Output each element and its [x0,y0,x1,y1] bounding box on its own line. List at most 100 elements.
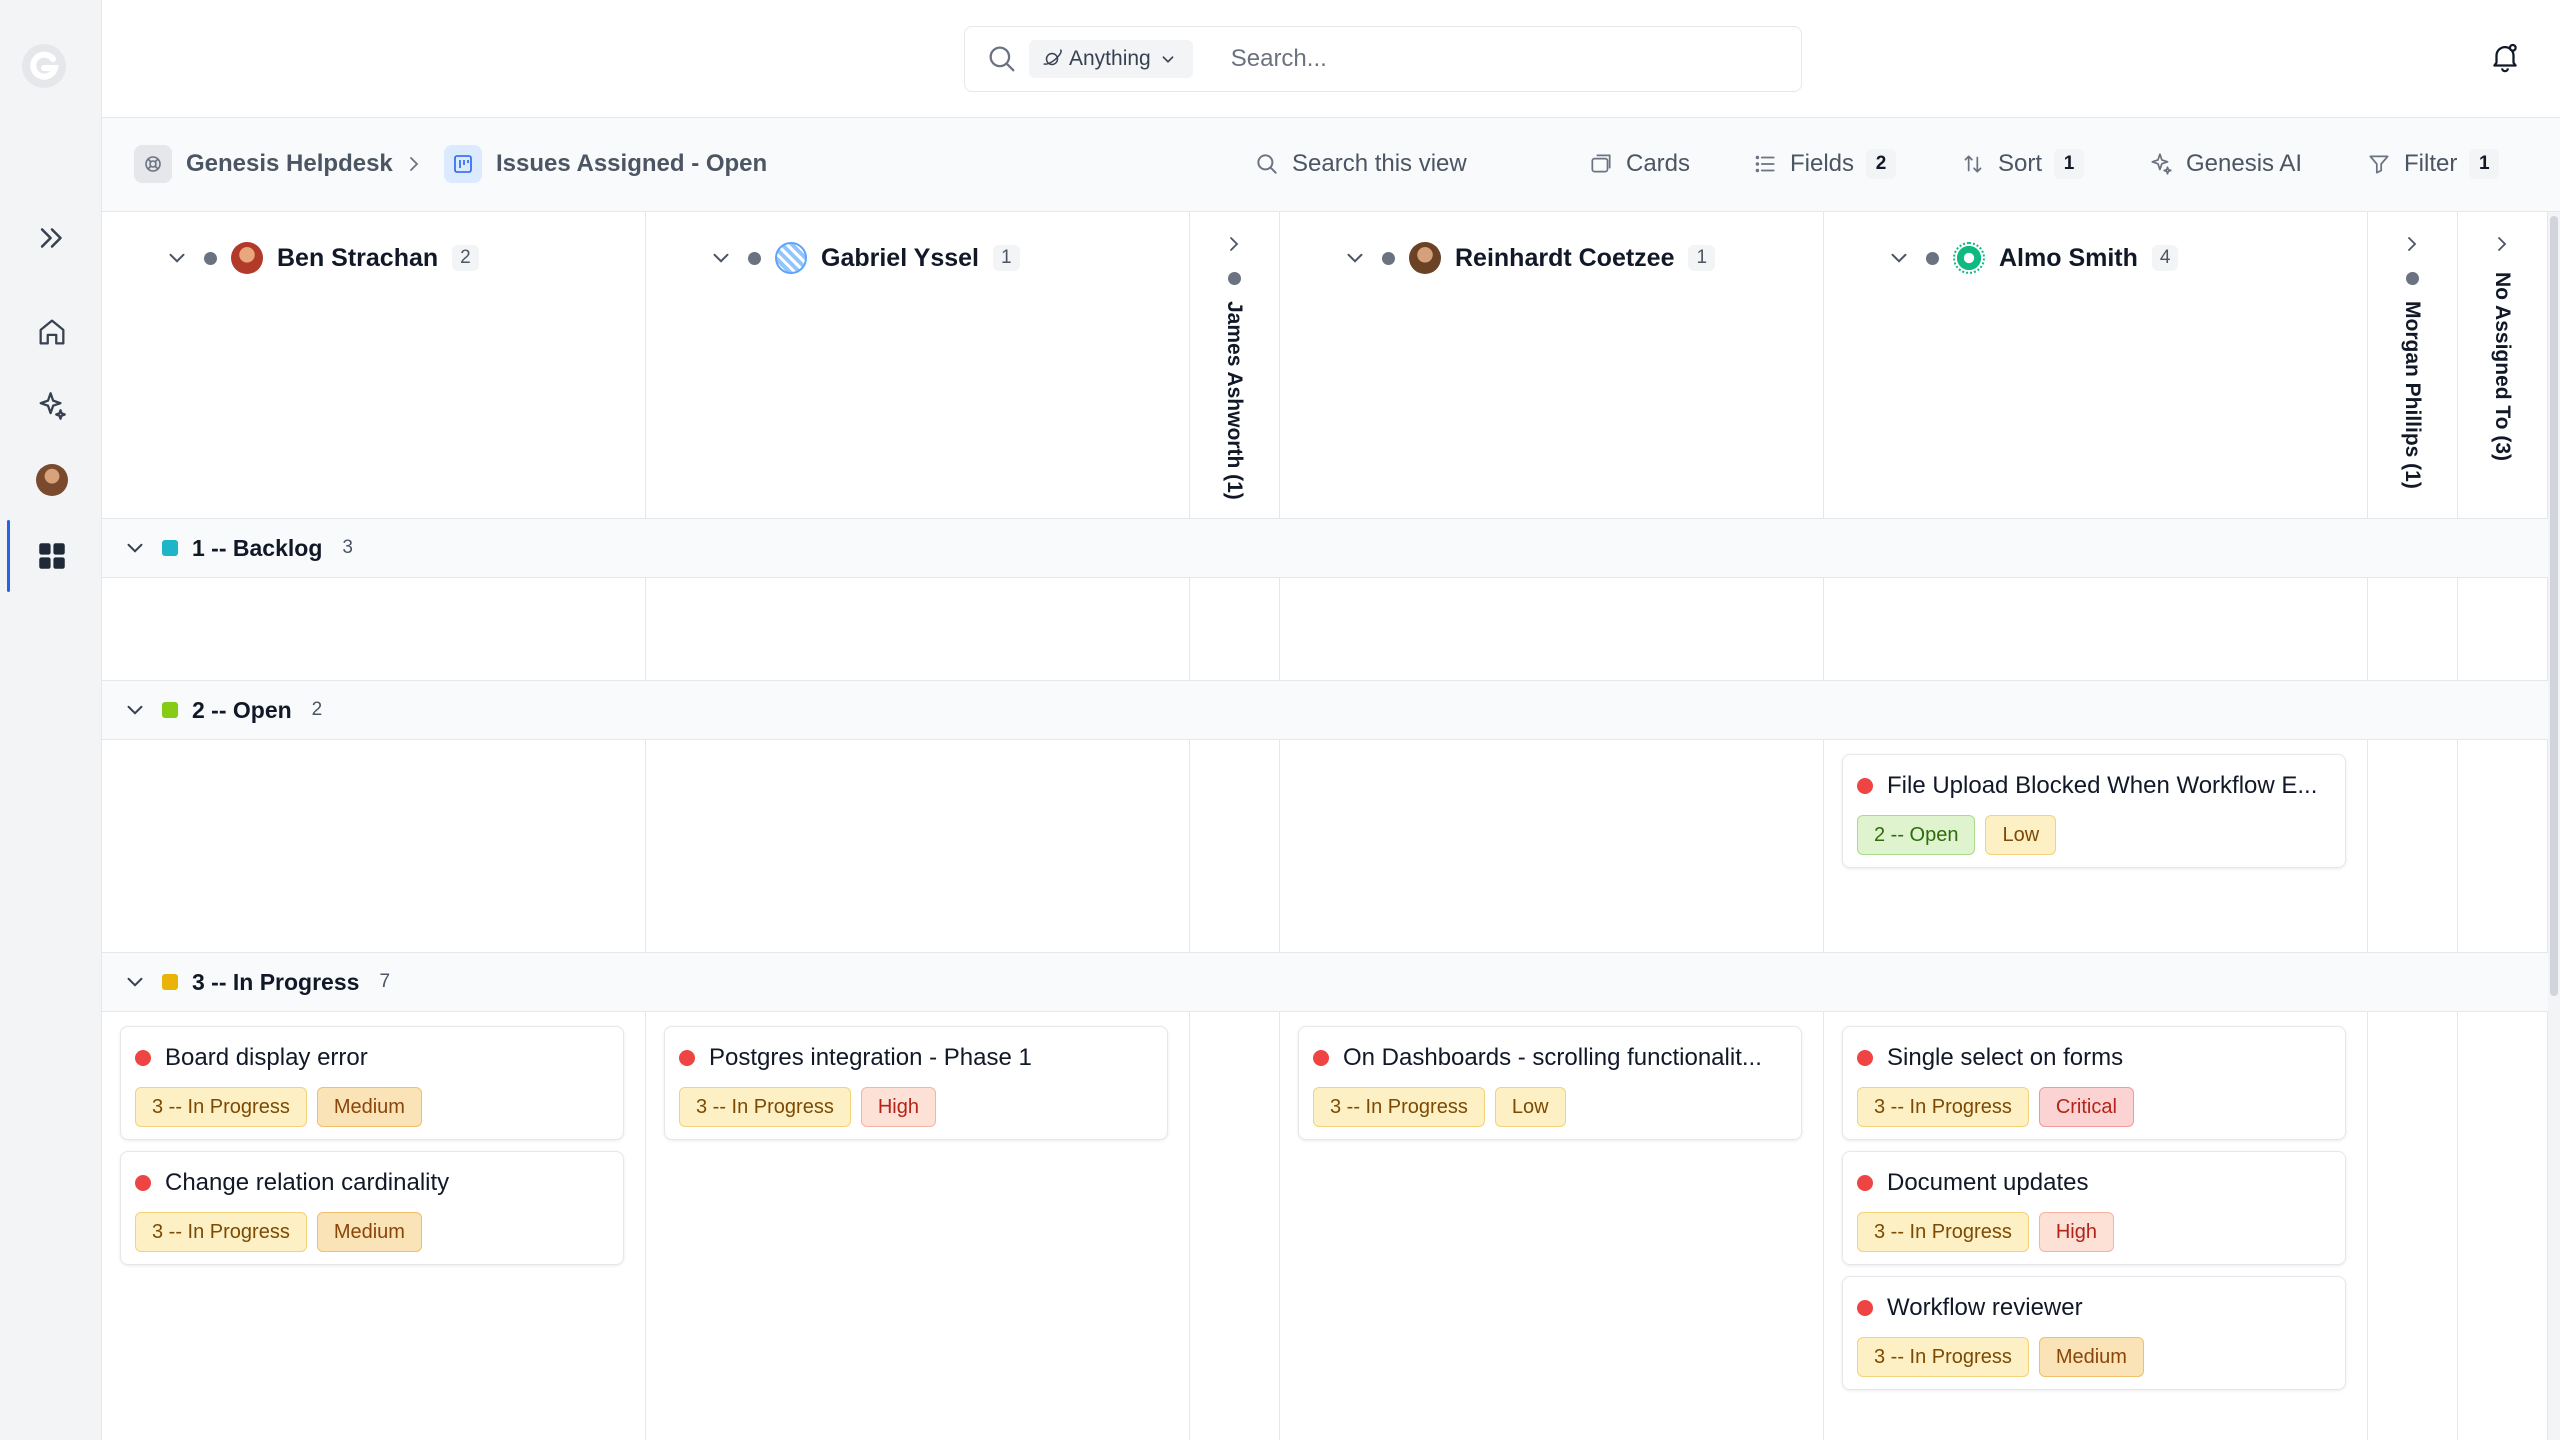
status-dot [1382,251,1395,265]
group-color-swatch [162,702,178,718]
chevron-right-icon [410,157,419,171]
chevron-down-icon[interactable] [122,969,148,995]
avatar [231,242,263,274]
search-view-button[interactable]: Search this view [1254,144,1467,184]
genesis-ai-button[interactable]: Genesis AI [2148,144,2302,184]
column-divider [1823,212,1824,1440]
fields-count-badge: 2 [1866,149,1897,179]
search-scope-dropdown[interactable]: Anything [1029,40,1193,78]
avatar [775,242,807,274]
chevron-right-icon[interactable] [1222,232,1246,256]
card-title: Document updates [1887,1169,2089,1196]
priority-dot [1857,778,1873,794]
search-icon [989,46,1015,72]
priority-dot [135,1050,151,1066]
search-icon [1257,154,1277,174]
status-tag: 3 -- In Progress [1857,1212,2029,1252]
card-title: Board display error [165,1044,368,1071]
issue-card[interactable]: File Upload Blocked When Workflow E... 2… [1842,754,2346,868]
column-collapsed-no-assigned[interactable]: No Assigned To (3) [2482,232,2522,461]
sparkle-icon [2151,153,2172,175]
priority-dot [1313,1050,1329,1066]
chevron-down-icon[interactable] [708,245,734,271]
column-divider [1189,212,1190,1440]
column-name: Almo Smith [1999,243,2138,272]
status-tag: 3 -- In Progress [135,1212,307,1252]
column-name: Gabriel Yssel [821,243,979,272]
chevron-down-icon[interactable] [122,697,148,723]
home-button[interactable] [26,306,78,358]
search-scope-label: Anything [1069,47,1151,70]
issue-card[interactable]: Postgres integration - Phase 1 3 -- In P… [664,1026,1168,1140]
issue-card[interactable]: On Dashboards - scrolling functionalit..… [1298,1026,1802,1140]
issue-card[interactable]: Change relation cardinality 3 -- In Prog… [120,1151,624,1265]
search-input[interactable] [1230,45,1671,73]
column-divider [1279,212,1280,1440]
group-color-swatch [162,974,178,990]
card-title: File Upload Blocked When Workflow E... [1887,772,2318,799]
scrollbar-thumb[interactable] [2550,216,2558,996]
column-name: Morgan Phillips (1) [2401,301,2424,489]
apps-grid-icon [39,543,65,569]
chevron-down-icon[interactable] [122,535,148,561]
chevron-right-icon[interactable] [2400,232,2424,256]
sort-label: Sort [1998,150,2043,177]
column-collapsed-morgan-phillips[interactable]: Morgan Phillips (1) [2392,232,2432,489]
group-header-open[interactable]: 2 -- Open 2 [102,680,2548,740]
priority-tag: Medium [2038,1337,2144,1377]
priority-dot [1857,1300,1873,1316]
ai-button[interactable] [26,380,78,432]
column-header-ben-strachan[interactable]: Ben Strachan 2 [164,230,479,286]
home-icon [39,319,65,345]
priority-tag: Critical [2038,1087,2134,1127]
column-divider [2367,212,2368,1440]
bell-icon[interactable] [2488,40,2522,74]
list-icon [1755,155,1775,173]
apps-button[interactable] [26,530,78,582]
breadcrumb-view-label: Issues Assigned - Open [496,150,768,177]
expand-sidebar-button[interactable] [26,212,78,264]
column-header-gabriel-yssel[interactable]: Gabriel Yssel 1 [708,230,1020,286]
column-header-almo-smith[interactable]: Almo Smith 4 [1886,230,2179,286]
chevron-down-icon[interactable] [164,245,190,271]
column-header-reinhardt-coetzee[interactable]: Reinhardt Coetzee 1 [1342,230,1716,286]
filter-button[interactable]: Filter 1 [2366,144,2500,184]
breadcrumb-workspace[interactable]: Genesis Helpdesk [134,140,393,188]
issue-card[interactable]: Board display error 3 -- In Progress Med… [120,1026,624,1140]
genesis-ai-label: Genesis AI [2186,150,2303,177]
priority-tag: High [2038,1212,2114,1252]
card-title: Change relation cardinality [165,1169,450,1196]
column-name: James Ashworth (1) [1223,301,1246,500]
status-tag: 3 -- In Progress [1857,1337,2029,1377]
status-dot [204,251,217,265]
user-avatar[interactable] [36,464,68,496]
breadcrumb-view[interactable]: Issues Assigned - Open [444,140,767,188]
issue-card[interactable]: Document updates 3 -- In Progress High [1842,1151,2346,1265]
column-divider [645,212,646,1440]
group-header-in-progress[interactable]: 3 -- In Progress 7 [102,952,2548,1012]
cards-button[interactable]: Cards [1588,144,1690,184]
vertical-scrollbar[interactable] [2548,212,2560,1440]
chevron-down-icon[interactable] [1342,245,1368,271]
column-count: 1 [1688,245,1716,271]
genesis-logo-icon[interactable] [20,42,68,90]
top-bar: Anything [102,0,2560,118]
sort-icon [1964,155,1982,173]
group-count: 3 [342,537,353,558]
fields-button[interactable]: Fields 2 [1752,144,1897,184]
filter-icon [2369,155,2389,174]
column-collapsed-james-ashworth[interactable]: James Ashworth (1) [1214,232,1254,500]
column-name: Reinhardt Coetzee [1455,243,1675,272]
priority-dot [1857,1050,1873,1066]
group-header-backlog[interactable]: 1 -- Backlog 3 [102,518,2548,578]
issue-card[interactable]: Single select on forms 3 -- In Progress … [1842,1026,2346,1140]
sort-button[interactable]: Sort 1 [1960,144,2085,184]
column-name: Ben Strachan [277,243,439,272]
group-label: 3 -- In Progress [192,968,360,995]
issue-card[interactable]: Workflow reviewer 3 -- In Progress Mediu… [1842,1276,2346,1390]
priority-dot [1857,1175,1873,1191]
card-title: Postgres integration - Phase 1 [709,1044,1032,1071]
chevron-right-icon[interactable] [2490,232,2514,256]
chevron-down-icon[interactable] [1886,245,1912,271]
column-count: 1 [992,245,1020,271]
